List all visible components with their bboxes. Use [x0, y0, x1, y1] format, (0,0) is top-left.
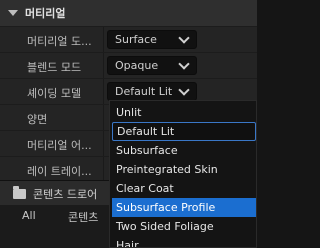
column-divider[interactable] [103, 105, 104, 131]
option-subsurface-profile-hovered[interactable]: Subsurface Profile [112, 198, 256, 217]
column-divider[interactable] [103, 131, 104, 157]
content-tab[interactable]: 콘텐츠 [68, 209, 98, 225]
shading-model-dropdown-list[interactable]: Unlit Default Lit Subsurface Preintegrat… [109, 100, 257, 248]
collapse-triangle-icon[interactable] [8, 10, 18, 16]
column-divider[interactable] [103, 27, 104, 53]
section-title: 머티리얼 [25, 7, 66, 20]
property-row-blend-mode: 블렌드 모드 Opaque [0, 52, 257, 79]
property-label: 레이 트레이... [27, 165, 92, 178]
property-label: 셰이딩 모델 [27, 87, 82, 100]
shading-model-combo[interactable]: Default Lit [107, 82, 197, 101]
chevron-down-icon [178, 32, 190, 44]
material-domain-combo[interactable]: Surface [107, 30, 197, 49]
combo-value: Default Lit [115, 85, 173, 98]
property-label: 머티리얼 도... [27, 35, 92, 48]
chevron-down-icon [178, 84, 190, 96]
chevron-down-icon [178, 58, 190, 70]
option-default-lit-selected[interactable]: Default Lit [112, 122, 256, 141]
property-label: 블렌드 모드 [27, 61, 82, 74]
combo-value: Surface [115, 33, 157, 46]
property-label: 머티리얼 어... [27, 139, 92, 152]
option-preintegrated-skin[interactable]: Preintegrated Skin [112, 160, 256, 179]
folder-icon [13, 186, 26, 199]
content-drawer-label[interactable]: 콘텐츠 드로어 [33, 186, 97, 202]
material-section-header[interactable]: 머티리얼 [0, 0, 257, 26]
all-filter-button[interactable]: All [22, 209, 36, 222]
option-subsurface[interactable]: Subsurface [112, 141, 256, 160]
property-row-material-domain: 머티리얼 도... Surface [0, 26, 257, 53]
column-divider[interactable] [103, 79, 104, 105]
property-label: 양면 [27, 113, 48, 126]
combo-value: Opaque [115, 59, 159, 72]
blend-mode-combo[interactable]: Opaque [107, 56, 197, 75]
option-hair[interactable]: Hair [112, 236, 256, 247]
option-two-sided-foliage[interactable]: Two Sided Foliage [112, 217, 256, 236]
option-unlit[interactable]: Unlit [112, 103, 256, 122]
option-clear-coat[interactable]: Clear Coat [112, 179, 256, 198]
column-divider[interactable] [103, 53, 104, 79]
